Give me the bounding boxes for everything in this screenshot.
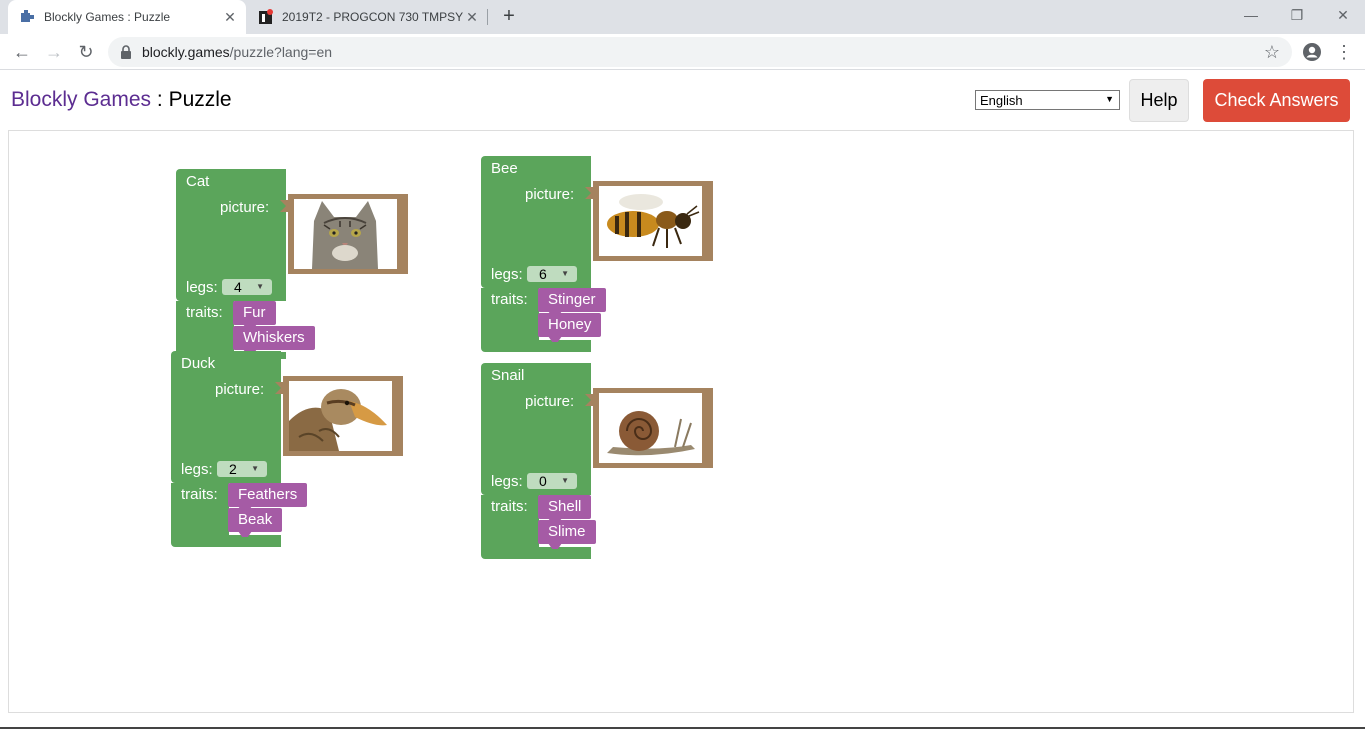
- trait-label: Shell: [548, 498, 582, 515]
- picture-block[interactable]: [275, 376, 403, 456]
- animal-name: Bee: [491, 160, 518, 177]
- picture-block[interactable]: [280, 194, 408, 274]
- legs-label: legs:: [491, 473, 523, 490]
- reload-icon[interactable]: ↻: [74, 40, 98, 64]
- language-value: English: [980, 92, 1023, 108]
- traits-label: traits:: [186, 304, 223, 321]
- lock-icon: [120, 45, 132, 59]
- tab-title: 2019T2 - PROGCON 730 TMPSY |: [282, 10, 464, 24]
- back-icon[interactable]: ←: [10, 40, 34, 64]
- legs-dropdown[interactable]: 6 ▼: [527, 266, 577, 282]
- legs-value: 4: [234, 279, 242, 295]
- tab-title: Blockly Games : Puzzle: [44, 10, 171, 24]
- animal-block-body: [481, 340, 591, 352]
- trait-block[interactable]: Honey: [538, 313, 602, 342]
- minimize-icon[interactable]: —: [1239, 4, 1263, 26]
- forward-icon[interactable]: →: [42, 40, 66, 64]
- dropdown-arrow-icon: ▼: [256, 282, 264, 291]
- animal-name: Duck: [181, 355, 216, 372]
- legs-label: legs:: [491, 266, 523, 283]
- new-tab-icon[interactable]: +: [498, 5, 520, 27]
- animal-name: Snail: [491, 367, 525, 384]
- legs-value: 6: [539, 266, 547, 282]
- trait-block[interactable]: Shell: [538, 495, 592, 524]
- url-host: blockly.games: [142, 44, 230, 60]
- picture-label: picture:: [220, 199, 270, 216]
- restore-icon[interactable]: ❐: [1285, 4, 1309, 26]
- progcon-favicon: [258, 9, 274, 25]
- trait-block[interactable]: Beak: [228, 508, 283, 537]
- duck-picture: [289, 381, 392, 451]
- chevron-down-icon: ▼: [1105, 94, 1114, 104]
- page-header: Blockly Games : Puzzle English ▼ Help Ch…: [0, 71, 1365, 129]
- brand-link[interactable]: Blockly Games: [11, 88, 151, 111]
- level-title: Puzzle: [168, 88, 232, 111]
- snail-picture: [599, 393, 702, 463]
- legs-value: 0: [539, 473, 547, 489]
- legs-dropdown[interactable]: 2 ▼: [217, 461, 267, 477]
- address-bar[interactable]: blockly.games/puzzle?lang=en ☆: [108, 37, 1292, 67]
- traits-label: traits:: [491, 498, 528, 515]
- browser-tab-strip: Blockly Games : Puzzle ✕ 2019T2 - PROGCO…: [0, 0, 1365, 34]
- url-path: /puzzle?lang=en: [229, 44, 333, 60]
- animal-block-snail[interactable]: Snail picture: legs: 0 ▼ traits: Shell Sl…: [481, 363, 721, 561]
- trait-label: Fur: [243, 304, 266, 321]
- picture-block[interactable]: [585, 388, 713, 468]
- trait-block[interactable]: Fur: [233, 301, 276, 330]
- browser-tab-inactive[interactable]: 2019T2 - PROGCON 730 TMPSY | ✕: [248, 0, 488, 34]
- animal-name: Cat: [186, 173, 210, 190]
- page-title: Blockly Games : Puzzle: [11, 88, 232, 112]
- browser-toolbar: ← → ↻ blockly.games/puzzle?lang=en ☆ ⋮: [0, 34, 1365, 70]
- dropdown-arrow-icon: ▼: [561, 476, 569, 485]
- animal-block-cat[interactable]: Cat picture: legs: 4 ▼ traits: Fur Whisk…: [176, 169, 416, 359]
- animal-block-duck[interactable]: Duck picture: legs: 2 ▼ traits: Feathers…: [171, 351, 411, 549]
- picture-block[interactable]: [585, 181, 713, 261]
- traits-label: traits:: [491, 291, 528, 308]
- trait-label: Honey: [548, 316, 592, 333]
- legs-value: 2: [229, 461, 237, 477]
- close-icon[interactable]: ✕: [464, 9, 480, 25]
- bookmark-star-icon[interactable]: ☆: [1264, 42, 1280, 63]
- animal-block-body: [171, 535, 281, 547]
- cat-picture: [294, 199, 397, 269]
- title-separator: :: [151, 88, 169, 111]
- trait-label: Stinger: [548, 291, 596, 308]
- trait-label: Beak: [238, 511, 273, 528]
- language-select[interactable]: English ▼: [975, 90, 1120, 110]
- picture-label: picture:: [525, 393, 575, 410]
- menu-icon[interactable]: ⋮: [1332, 40, 1356, 64]
- tab-separator: [487, 9, 488, 25]
- trait-label: Whiskers: [243, 329, 305, 346]
- puzzle-favicon: [20, 9, 36, 25]
- dropdown-arrow-icon: ▼: [251, 464, 259, 473]
- trait-block[interactable]: Slime: [538, 520, 596, 549]
- animal-block-body: [481, 547, 591, 559]
- legs-dropdown[interactable]: 0 ▼: [527, 473, 577, 489]
- trait-label: Feathers: [238, 486, 298, 503]
- check-answers-button[interactable]: Check Answers: [1203, 79, 1350, 122]
- traits-label: traits:: [181, 486, 218, 503]
- legs-dropdown[interactable]: 4 ▼: [222, 279, 272, 295]
- close-icon[interactable]: ✕: [222, 9, 238, 25]
- legs-label: legs:: [181, 461, 213, 478]
- help-button[interactable]: Help: [1129, 79, 1189, 122]
- trait-label: Slime: [548, 523, 586, 540]
- picture-label: picture:: [525, 186, 575, 203]
- trait-block[interactable]: Feathers: [228, 483, 308, 512]
- trait-block[interactable]: Whiskers: [233, 326, 315, 355]
- dropdown-arrow-icon: ▼: [561, 269, 569, 278]
- browser-tab-active[interactable]: Blockly Games : Puzzle ✕: [8, 0, 246, 34]
- close-window-icon[interactable]: ✕: [1331, 4, 1355, 26]
- account-icon[interactable]: [1300, 40, 1324, 64]
- trait-block[interactable]: Stinger: [538, 288, 606, 317]
- animal-block-bee[interactable]: Bee picture: legs: 6 ▼ traits: Stinger H…: [481, 156, 721, 354]
- blockly-workspace[interactable]: Cat picture: legs: 4 ▼ traits: Fur Whisk…: [8, 130, 1354, 713]
- picture-label: picture:: [215, 381, 265, 398]
- bee-picture: [599, 186, 702, 256]
- legs-label: legs:: [186, 279, 218, 296]
